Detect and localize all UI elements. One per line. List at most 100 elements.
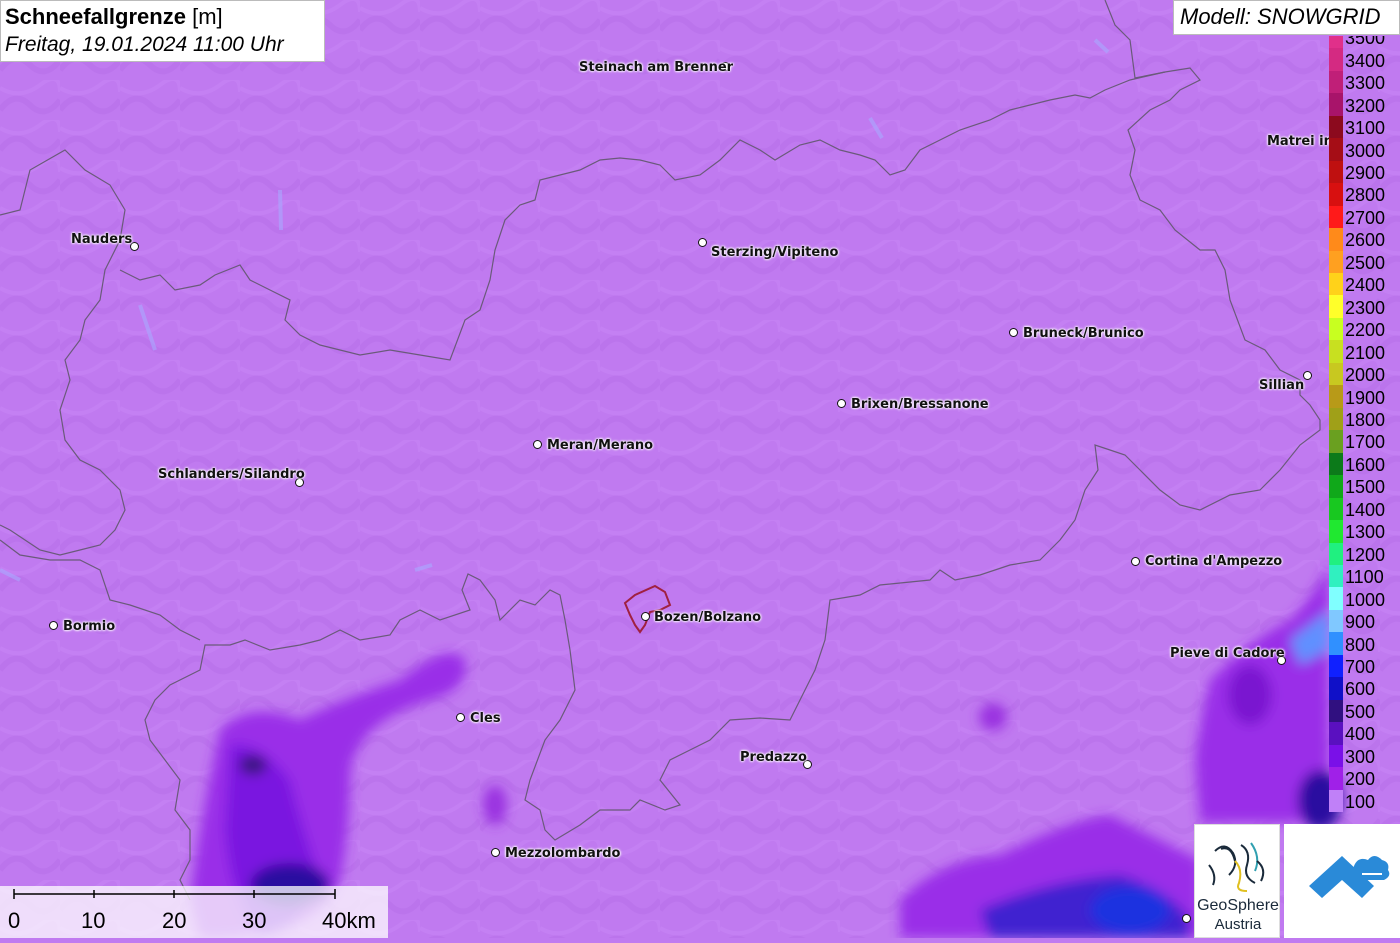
city-dot[interactable] — [456, 713, 465, 722]
geosphere-emblem-icon — [1208, 842, 1265, 892]
city-label: Meran/Merano — [547, 438, 654, 453]
legend-label: 1300 — [1345, 522, 1386, 543]
house-cloud-icon — [1309, 856, 1390, 898]
scale-label: 10 — [81, 908, 106, 933]
legend-swatch — [1329, 340, 1343, 364]
legend-label: 2100 — [1345, 342, 1386, 363]
legend-label: 500 — [1345, 701, 1376, 722]
legend-label: 2800 — [1345, 185, 1386, 206]
legend-label: 3500 — [1345, 36, 1386, 49]
city-dot[interactable] — [1131, 557, 1140, 566]
legend-label: 3200 — [1345, 95, 1386, 116]
legend-swatch — [1329, 520, 1343, 543]
legend-swatch — [1329, 475, 1343, 499]
map-datetime: Freitag, 19.01.2024 11:00 Uhr — [5, 33, 284, 56]
legend-swatch — [1329, 115, 1343, 139]
scale-label: 20 — [162, 908, 187, 933]
legend-swatch — [1329, 93, 1343, 117]
legend-label: 600 — [1345, 679, 1376, 700]
legend-label: 1800 — [1345, 410, 1386, 430]
legend-swatch — [1329, 407, 1343, 431]
legend-swatch — [1329, 430, 1343, 454]
city-dot[interactable] — [1009, 328, 1018, 337]
legend-label: 1600 — [1345, 454, 1386, 475]
legend-label: 3000 — [1345, 140, 1386, 161]
scale-label: 0 — [8, 908, 21, 933]
legend-label: 2500 — [1345, 252, 1386, 273]
city-label: Nauders — [71, 232, 133, 247]
city-label: Cortina d'Ampezzo — [1145, 554, 1283, 569]
legend-swatch — [1329, 744, 1343, 768]
city-label: Pieve di Cadore — [1170, 646, 1285, 661]
legend-swatch — [1329, 273, 1343, 296]
legend-label: 1000 — [1345, 589, 1386, 610]
legend-swatch — [1329, 497, 1343, 521]
legend-label: 2300 — [1345, 297, 1386, 318]
city-dot[interactable] — [533, 440, 542, 449]
legend-swatch — [1329, 228, 1343, 252]
city-dot[interactable] — [1182, 914, 1191, 923]
legend-label: 3300 — [1345, 73, 1386, 94]
city-dot[interactable] — [837, 399, 846, 408]
legend-label: 1400 — [1345, 499, 1386, 520]
city-dot[interactable] — [641, 612, 650, 621]
legend-swatch — [1329, 452, 1343, 476]
legend-swatch — [1329, 48, 1343, 72]
legend-label: 2700 — [1345, 207, 1386, 228]
legend-label: 1700 — [1345, 432, 1386, 453]
legend-label: 3100 — [1345, 118, 1386, 139]
legend-label: 700 — [1345, 657, 1376, 678]
city-label: Matrei in — [1267, 134, 1333, 149]
legend-label: 100 — [1345, 791, 1376, 812]
legend-swatch — [1329, 36, 1343, 49]
city-dot[interactable] — [698, 238, 707, 247]
legend-swatch — [1329, 564, 1343, 588]
city-label: Sterzing/Vipiteno — [711, 245, 839, 260]
legend-swatch — [1329, 385, 1343, 409]
legend-swatch — [1329, 317, 1343, 341]
legend-swatch — [1329, 654, 1343, 678]
legend-swatch — [1329, 250, 1343, 274]
model-label: Modell: SNOWGRID — [1173, 0, 1400, 35]
legend-label: 2400 — [1345, 275, 1386, 296]
legend-label: 3400 — [1345, 50, 1386, 71]
legend-label: 1900 — [1345, 387, 1386, 408]
legend-label: 2900 — [1345, 162, 1386, 183]
legend-swatch — [1329, 138, 1343, 162]
legend-label: 1200 — [1345, 544, 1386, 565]
city-label: Schlanders/Silandro — [158, 467, 305, 482]
legend-swatch — [1329, 609, 1343, 633]
city-label: Cles — [470, 711, 501, 726]
city-label: Mezzolombardo — [505, 846, 621, 861]
legend-label: 800 — [1345, 634, 1376, 655]
legend-swatch — [1329, 632, 1343, 656]
legend-label: 1500 — [1345, 477, 1386, 498]
scale-bar: 0 10 20 30 40km — [0, 886, 388, 938]
legend-swatch — [1329, 677, 1343, 701]
scale-label: 40km — [322, 908, 376, 933]
legend-label: 200 — [1345, 769, 1376, 790]
city-dot[interactable] — [491, 848, 500, 857]
city-dot[interactable] — [1303, 371, 1312, 380]
legend-swatch — [1329, 587, 1343, 611]
legend-label: 300 — [1345, 746, 1376, 767]
legend-swatch — [1329, 70, 1343, 94]
legend-swatch — [1329, 789, 1343, 813]
city-label: Bruneck/Brunico — [1023, 326, 1144, 341]
city-label: Predazzo — [740, 750, 807, 765]
geosphere-country: Austria — [1214, 916, 1262, 933]
legend-label: 1100 — [1345, 567, 1384, 588]
geosphere-logo[interactable]: GeoSphere Austria — [1194, 824, 1280, 938]
city-label: Bozen/Bolzano — [654, 610, 762, 625]
app-logo[interactable] — [1284, 824, 1400, 938]
legend-label: 2200 — [1345, 320, 1386, 341]
city-dot[interactable] — [49, 621, 58, 630]
legend-swatch — [1329, 767, 1343, 791]
legend-swatch — [1329, 362, 1343, 386]
legend-swatch — [1329, 160, 1343, 184]
scale-label: 30 — [242, 908, 267, 933]
legend-label: 900 — [1345, 612, 1376, 633]
legend-swatch — [1329, 205, 1343, 229]
map-title: Schneefallgrenze [m] — [5, 4, 223, 29]
legend-label: 2000 — [1345, 365, 1386, 386]
